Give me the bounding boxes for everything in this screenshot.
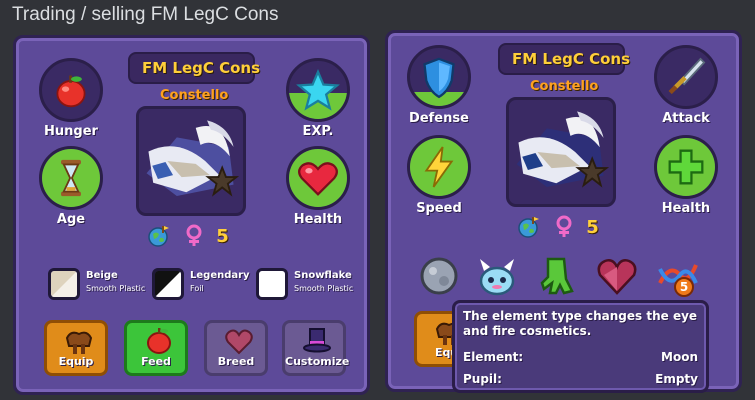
color-swatch-snowflake[interactable]: Snowflake Smooth Plastic [256, 268, 356, 304]
female-icon [556, 215, 572, 237]
pet-title-badge: FM LegC Cons [498, 43, 630, 75]
lightning-icon [424, 146, 454, 188]
stat-label-exp: EXP. [302, 124, 334, 139]
stat-label-speed: Speed [416, 201, 462, 216]
stat-label-hunger: Hunger [44, 124, 98, 139]
pet-info-panel-left: FM LegC Cons Constello Hunger EXP. Age H… [13, 35, 370, 395]
stat-age: Age [36, 146, 106, 227]
tooltip-row-pupil: Pupil: Empty [463, 372, 698, 388]
stat-label-health: Health [293, 212, 343, 227]
color-swatch-legendary[interactable]: Legendary Foil [152, 268, 252, 304]
tooltip-key: Pupil: [463, 372, 502, 386]
female-icon [186, 224, 202, 246]
swatch-name: Legendary [190, 270, 250, 281]
moon-orb-icon[interactable] [416, 253, 462, 299]
pet-traits-row: 5 [146, 224, 229, 250]
plus-icon [668, 149, 704, 185]
tooltip-key: Element: [463, 350, 524, 364]
swatch-name: Beige [86, 270, 118, 281]
breed-label: Breed [217, 355, 255, 368]
age-number: 5 [586, 216, 599, 238]
tooltip-row-element: Element: Moon [463, 350, 698, 366]
heart-icon [298, 162, 338, 196]
defense-gauge [407, 45, 471, 109]
swatch-legendary [152, 268, 184, 300]
heart-gem-icon[interactable] [594, 253, 640, 299]
stat-speed: Speed [404, 135, 474, 216]
customize-button[interactable]: Customize [282, 320, 350, 376]
hunger-gauge [39, 58, 103, 122]
swatch-snowflake [256, 268, 288, 300]
message-title: Trading / selling FM LegC Cons [12, 4, 279, 25]
sword-icon [668, 57, 706, 95]
top-hat-icon [303, 328, 331, 353]
shield-icon [423, 57, 455, 99]
customize-label: Customize [285, 355, 350, 368]
health-gauge [654, 135, 718, 199]
pet-portrait [506, 97, 616, 207]
stat-label-health: Health [661, 201, 711, 216]
swatch-fill [259, 271, 285, 297]
feed-label: Feed [141, 355, 171, 368]
pet-portrait [136, 106, 246, 216]
swatch-beige [48, 268, 80, 300]
speed-gauge [407, 135, 471, 199]
pet-image [146, 120, 240, 197]
screenshot-root: Trading / selling FM LegC Cons FM LegC C… [0, 0, 755, 400]
exp-gauge [286, 58, 350, 122]
pet-name: Constello [160, 88, 229, 103]
equip-button[interactable]: Equip [44, 320, 108, 376]
swatch-name: Snowflake [294, 270, 352, 281]
age-number: 5 [216, 225, 229, 247]
heart-icon [225, 329, 253, 355]
stat-exp: EXP. [283, 58, 353, 139]
equip-label: Equip [58, 355, 94, 368]
stat-health: Health [651, 135, 721, 216]
globe-icon [148, 226, 169, 247]
apple-icon [147, 328, 171, 354]
globe-icon [518, 217, 539, 238]
swatch-material: Foil [190, 284, 204, 293]
stat-hunger: Hunger [36, 58, 106, 139]
dragon-pet-icon[interactable] [474, 253, 520, 299]
stat-health: Health [283, 146, 353, 227]
stat-defense: Defense [404, 45, 474, 126]
element-tooltip: The element type changes the eye and fir… [452, 300, 709, 393]
tooltip-value: Moon [661, 350, 698, 364]
green-claw-icon[interactable] [534, 253, 580, 299]
swatch-fill [51, 271, 77, 297]
pet-name: Constello [530, 79, 599, 94]
age-gauge [39, 146, 103, 210]
pet-image [516, 111, 610, 188]
dna-badge-number: 5 [680, 280, 688, 294]
color-swatch-beige[interactable]: Beige Smooth Plastic [48, 268, 148, 304]
stat-attack: Attack [651, 45, 721, 126]
pet-traits-row: 5 [516, 215, 599, 241]
swatch-material: Smooth Plastic [294, 284, 354, 293]
stat-label-attack: Attack [662, 111, 710, 126]
swatch-fill [155, 271, 181, 297]
apple-icon [56, 75, 86, 108]
tooltip-value: Empty [655, 372, 698, 386]
attack-gauge [654, 45, 718, 109]
dna-icon[interactable]: 5 [654, 253, 700, 299]
health-gauge [286, 146, 350, 210]
stat-label-defense: Defense [409, 111, 469, 126]
star-icon [296, 68, 340, 111]
hourglass-icon [61, 159, 81, 197]
swatch-material: Smooth Plastic [86, 284, 146, 293]
tooltip-description: The element type changes the eye and fir… [463, 309, 698, 338]
stat-label-age: Age [56, 212, 86, 227]
breed-button[interactable]: Breed [204, 320, 268, 376]
pet-title-badge: FM LegC Cons [128, 52, 260, 84]
saddle-icon [65, 331, 93, 354]
feed-button[interactable]: Feed [124, 320, 188, 376]
